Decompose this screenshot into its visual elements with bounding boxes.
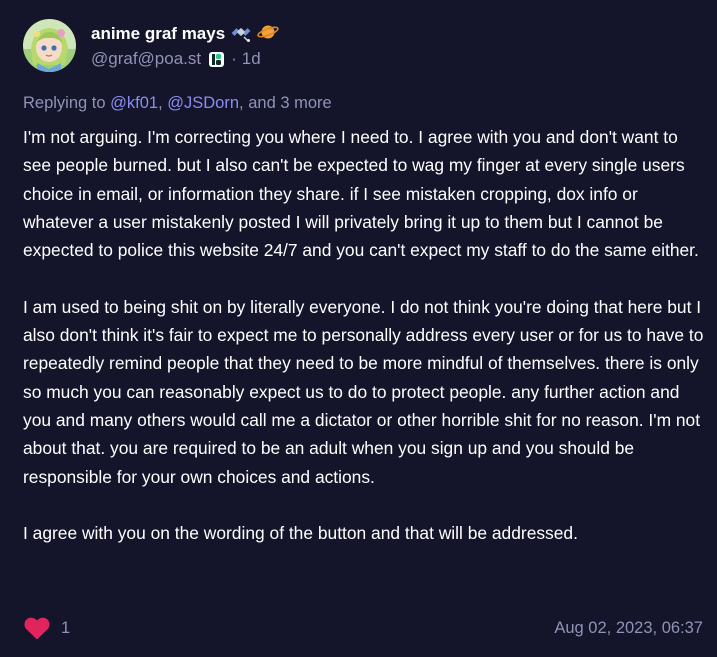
replying-to-label: Replying to xyxy=(23,94,111,112)
relative-time[interactable]: 1d xyxy=(242,49,261,69)
more-mentions-link[interactable]: , and 3 more xyxy=(239,94,332,112)
post-content: I'm not arguing. I'm correcting you wher… xyxy=(23,123,708,547)
mention-comma: , xyxy=(158,94,163,112)
display-name-row: anime graf mays xyxy=(91,22,279,46)
separator-dot: · xyxy=(231,49,237,68)
heart-icon[interactable] xyxy=(23,615,51,641)
post-card: anime graf mays @graf@poa.st · 1d Replyi… xyxy=(0,0,717,657)
post-paragraph: I agree with you on the wording of the b… xyxy=(23,523,578,544)
display-name[interactable]: anime graf mays xyxy=(91,24,225,44)
like-button[interactable]: 1 xyxy=(23,615,70,641)
pleroma-instance-icon xyxy=(208,51,225,68)
post-paragraph: I am used to being shit on by literally … xyxy=(23,296,704,487)
post-paragraph: I'm not arguing. I'm correcting you wher… xyxy=(23,127,699,261)
replying-to-line: Replying to @kf01, @JSDorn, and 3 more xyxy=(23,94,332,113)
avatar-image xyxy=(23,19,76,72)
author-info: anime graf mays @graf@poa.st · 1d xyxy=(91,22,279,69)
avatar[interactable] xyxy=(23,19,76,72)
post-timestamp[interactable]: Aug 02, 2023, 06:37 xyxy=(554,619,703,638)
mention-link[interactable]: @kf01 xyxy=(110,94,158,112)
handle-row: @graf@poa.st · 1d xyxy=(91,49,279,69)
satellite-icon xyxy=(230,21,252,48)
mention-link[interactable]: @JSDorn xyxy=(167,94,239,112)
author-handle[interactable]: @graf@poa.st xyxy=(91,49,201,69)
post-footer: 1 Aug 02, 2023, 06:37 xyxy=(23,614,703,642)
post-header: anime graf mays @graf@poa.st · 1d xyxy=(23,19,279,72)
ringed-planet-icon xyxy=(257,21,279,48)
like-count: 1 xyxy=(61,618,71,637)
